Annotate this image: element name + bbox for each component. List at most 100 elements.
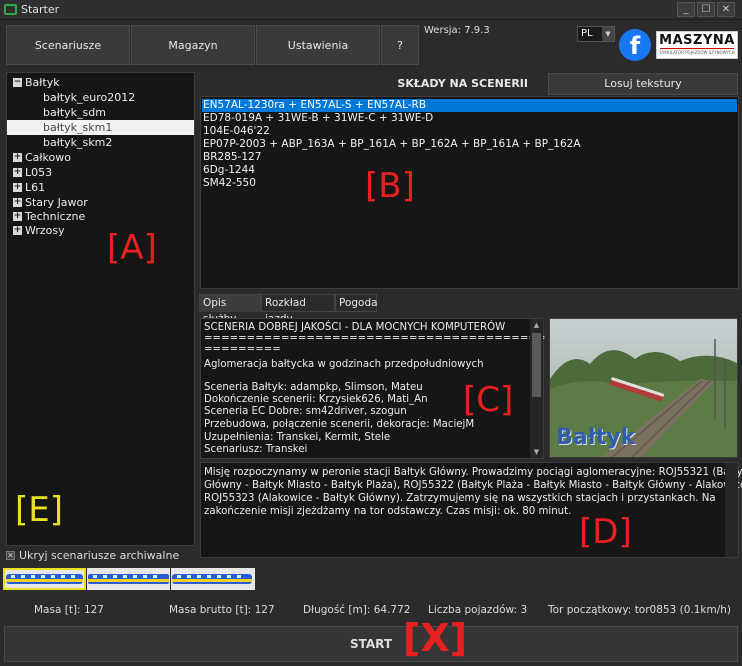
scroll-down-icon[interactable]: ▼ [530,446,543,458]
consist-item[interactable]: 6Dg-1244 [202,164,737,177]
length-stat: Długość [m]: 64.772 [303,604,410,616]
random-textures-button[interactable]: Losuj tekstury [548,73,738,95]
consist-item-selected[interactable]: EN57AL-1230ra + EN57AL-S + EN57AL-RB [202,99,737,112]
preview-caption: Bałtyk [556,425,636,450]
hide-archive-label: Ukryj scenariusze archiwalne [19,549,180,562]
vehicle-thumbnail[interactable] [87,568,170,590]
settings-button[interactable]: Ustawienia [256,25,380,65]
consist-item[interactable]: EP07P-2003 + ABP_163A + BP_161A + BP_162… [202,138,737,151]
window-title: Starter [21,3,60,16]
mission-line: Misję rozpoczynamy w peronie stacji Bałt… [204,467,742,478]
mission-scrollbar[interactable] [725,463,738,557]
version-value: 7.9.3 [464,25,490,36]
description-scrollbar[interactable]: ▲ ▼ [530,319,543,458]
tab-weather[interactable]: Pogoda [335,294,378,312]
start-track-stat: Tor początkowy: tor0853 (0.1km/h) [548,604,731,616]
expand-icon[interactable]: + [13,198,22,207]
facebook-icon[interactable]: f [619,29,651,61]
mission-line: zakończenie misji zjeżdżamy na tor odsta… [204,506,572,517]
tree-group-label: Całkowo [25,151,71,164]
collapse-icon[interactable]: − [13,78,22,87]
train-icon [6,574,83,584]
mission-description[interactable]: Misję rozpoczynamy w peronie stacji Bałt… [200,462,742,558]
description-line: Sceneria EC Dobre: sm42driver, szogun [204,406,407,417]
consist-item[interactable]: SM42-550 [202,177,737,190]
annotation-label-x: [X] [403,616,468,660]
gross-mass-value: 127 [254,604,275,616]
language-select[interactable]: PL ▼ [577,26,615,42]
tree-group-label: Bałtyk [25,76,60,89]
mission-line: ROJ55323 (Alakowice - Bałtyk Główny). Za… [204,493,716,504]
vehicle-count-stat: Liczba pojazdów: 3 [428,604,527,616]
help-button[interactable]: ? [381,25,419,65]
scenarios-button[interactable]: Scenariusze [6,25,130,65]
description-line: Aglomeracja bałtycka w godzinach przedpo… [204,359,484,370]
tree-item-scenario[interactable]: bałtyk_sdm [43,105,106,120]
maximize-button[interactable]: ☐ [697,2,715,17]
vehicle-thumbnail[interactable] [171,568,255,590]
expand-icon[interactable]: + [13,153,22,162]
consist-stats-bar: Masa [t]: 127 Masa brutto [t]: 127 Długo… [0,604,742,620]
scenery-preview-image: Bałtyk [549,318,738,458]
train-icon [172,574,252,584]
expand-icon[interactable]: + [13,168,22,177]
tree-item-scenario[interactable]: bałtyk_euro2012 [43,90,135,105]
description-line: Dokończenie scenerii: Krzysiek626, Mati_… [204,394,428,405]
start-track-label: Tor początkowy: [548,604,632,616]
gross-mass-stat: Masa brutto [t]: 127 [169,604,275,616]
description-line: Przebudowa, połączenie scenerii, dekorac… [204,419,475,430]
close-button[interactable]: ✕ [717,2,735,17]
tree-group-label: Techniczne [25,210,86,223]
logo-text: MASZYNA [659,33,735,48]
tree-group-label: L053 [25,166,53,179]
mass-label: Masa [t]: [34,604,81,616]
tab-description[interactable]: Opis służby [199,294,261,325]
consist-thumbnail-strip[interactable] [0,566,742,592]
train-icon [88,574,169,584]
consist-item[interactable]: BR285-127 [202,151,737,164]
annotation-label-b: [B] [365,166,415,206]
depot-button[interactable]: Magazyn [131,25,255,65]
scenery-description[interactable]: SCENERIA DOBREJ JAKOŚCI - DLA MOCNYCH KO… [200,318,545,459]
description-line: Scenariusz: Transkei [204,444,308,455]
title-bar: Starter _ ☐ ✕ [0,0,742,20]
start-button-label: START [349,637,393,651]
logo-subtext: SYMULATOR POJAZDÓW SZYNOWYCH [659,50,735,55]
expand-icon[interactable]: + [13,183,22,192]
description-line: Uzupełnienia: Transkei, Kermit, Stele [204,432,391,443]
version-info: Wersja: 7.9.3 [424,25,490,36]
start-button[interactable]: START [X] [4,619,738,662]
scrollbar-thumb[interactable] [532,333,541,397]
length-label: Długość [m]: [303,604,371,616]
scroll-up-icon[interactable]: ▲ [530,319,543,331]
version-label: Wersja: [424,25,462,36]
annotation-label-e: [E] [15,490,64,530]
expand-icon[interactable]: + [13,212,22,221]
description-line: ========= [204,344,281,355]
start-track-value: tor0853 (0.1km/h) [634,604,731,616]
mission-line: Główny - Bałtyk Miasto - Bałtyk Plaża), … [204,480,742,491]
tab-timetable[interactable]: Rozkład jazdy [261,294,335,325]
annotation-label-d: [D] [579,512,632,552]
length-value: 64.772 [373,604,411,616]
consist-item[interactable]: ED78-019A + 31WE-B + 31WE-C + 31WE-D [202,112,737,125]
minimize-button[interactable]: _ [677,2,695,17]
annotation-label-c: [C] [463,380,514,420]
hide-archive-checkbox[interactable]: ✕ [6,551,15,560]
maszyna-logo[interactable]: MASZYNA SYMULATOR POJAZDÓW SZYNOWYCH [656,31,738,59]
mass-stat: Masa [t]: 127 [34,604,104,616]
tree-item-scenario[interactable]: bałtyk_skm2 [43,135,112,150]
vehicle-thumbnail-selected[interactable] [3,568,86,590]
expand-icon[interactable]: + [13,226,22,235]
annotation-label-a: [A] [107,228,157,268]
hide-archive-checkbox-row[interactable]: ✕ Ukryj scenariusze archiwalne [6,549,195,564]
vehicle-count-value: 3 [520,604,528,616]
tree-item-scenario-selected[interactable]: bałtyk_skm1 [7,120,194,135]
language-value: PL [581,28,593,39]
top-toolbar: Scenariusze Magazyn Ustawienia ? Wersja:… [0,21,742,69]
consist-item[interactable]: 104E-046'22 [202,125,737,138]
tree-group-label: Stary Jawor [25,196,88,209]
consists-list[interactable]: EN57AL-1230ra + EN57AL-S + EN57AL-RB ED7… [200,96,739,289]
scenario-tree[interactable]: − Bałtyk bałtyk_euro2012 bałtyk_sdm bałt… [6,72,195,546]
gross-mass-label: Masa brutto [t]: [169,604,252,616]
